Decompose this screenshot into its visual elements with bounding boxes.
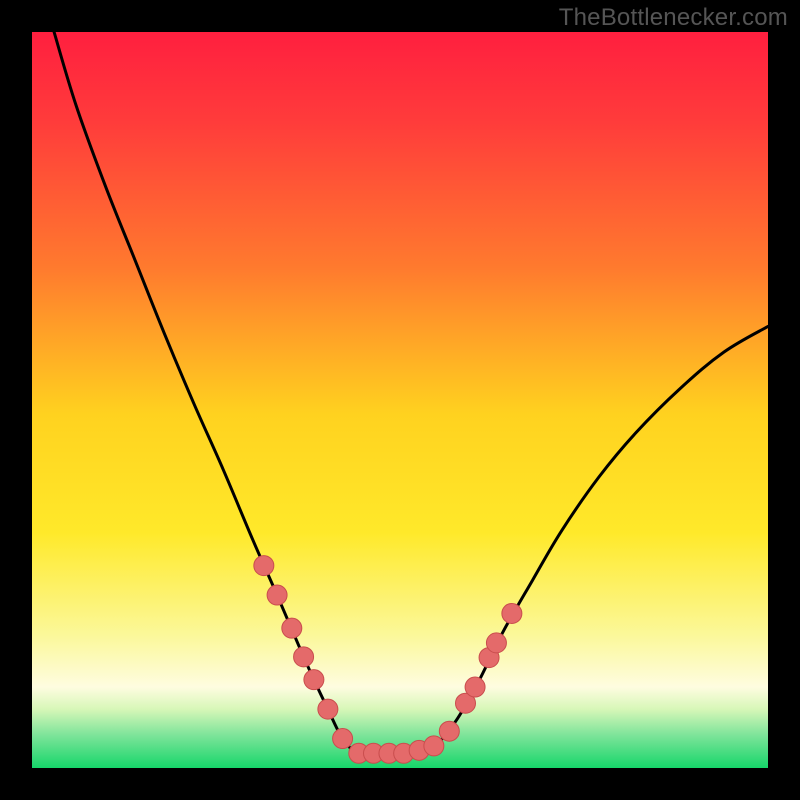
attribution-text: TheBottlenecker.com bbox=[559, 4, 788, 32]
curve-marker bbox=[282, 618, 302, 638]
curve-marker bbox=[502, 603, 522, 623]
curve-marker bbox=[318, 699, 338, 719]
curve-marker bbox=[486, 633, 506, 653]
curve-marker bbox=[294, 647, 314, 667]
curve-marker bbox=[254, 556, 274, 576]
gradient-background bbox=[32, 32, 768, 768]
bottleneck-chart bbox=[0, 0, 800, 800]
curve-marker bbox=[333, 729, 353, 749]
curve-marker bbox=[304, 670, 324, 690]
curve-marker bbox=[267, 585, 287, 605]
curve-marker bbox=[424, 736, 444, 756]
curve-marker bbox=[465, 677, 485, 697]
chart-frame: TheBottlenecker.com bbox=[0, 0, 800, 800]
curve-marker bbox=[439, 721, 459, 741]
